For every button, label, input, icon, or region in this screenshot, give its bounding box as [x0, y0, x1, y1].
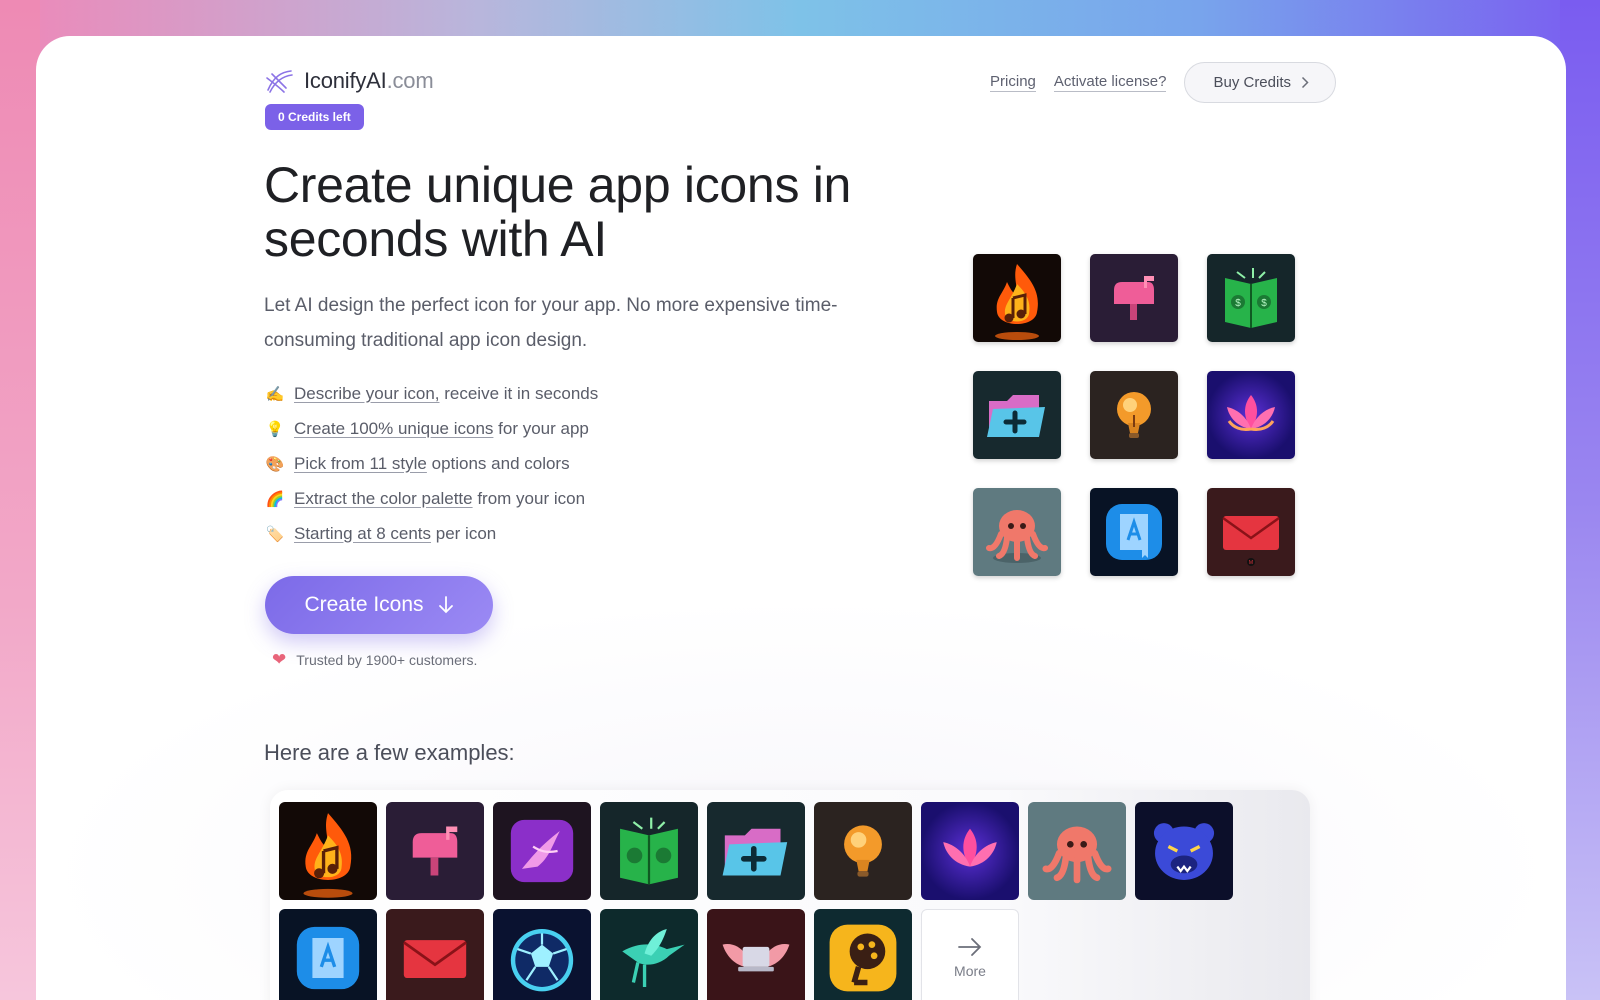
trusted-note: ❤ Trusted by 1900+ customers.: [272, 650, 477, 670]
octopus-icon: [973, 488, 1061, 576]
price-tag-icon: 🏷️: [265, 525, 285, 543]
example-money-book-icon[interactable]: [600, 802, 698, 900]
svg-text:$: $: [1235, 298, 1241, 309]
arrow-right-icon: [958, 938, 982, 956]
example-mailbox-icon[interactable]: [386, 802, 484, 900]
example-red-envelope-icon[interactable]: [386, 909, 484, 1000]
lightbulb-tile-icon: [1090, 371, 1178, 459]
top-nav: Pricing Activate license? Buy Credits: [990, 62, 1336, 103]
list-item: 🎨 Pick from 11 style options and colors: [265, 453, 570, 473]
lightbulb-icon: 💡: [265, 420, 285, 438]
list-item: 🌈 Extract the color palette from your ico…: [265, 488, 586, 508]
feature-list: ✍️ Describe your icon, receive it in seco…: [264, 376, 599, 551]
svg-text:$: $: [1261, 298, 1267, 309]
background-gradient-right: [1560, 0, 1600, 1000]
brand-name: IconifyAI.com: [304, 68, 434, 93]
mailbox-icon: [1090, 254, 1178, 342]
example-tree-palette-icon[interactable]: [814, 909, 912, 1000]
lotus-icon: [1207, 371, 1295, 459]
hero-subtitle: Let AI design the perfect icon for your …: [264, 295, 838, 351]
palette-icon: 🎨: [265, 455, 285, 473]
feature-link-unique[interactable]: Create 100% unique icons: [294, 419, 493, 438]
logo-icon: [266, 70, 293, 93]
feature-link-pricing[interactable]: Starting at 8 cents: [294, 524, 431, 543]
example-lightbulb-icon[interactable]: [814, 802, 912, 900]
feature-link-styles[interactable]: Pick from 11 style: [294, 454, 427, 473]
logo[interactable]: IconifyAI.com: [264, 66, 434, 96]
buy-credits-button[interactable]: Buy Credits: [1184, 62, 1336, 103]
app-store-book-icon: [1090, 488, 1178, 576]
example-octopus-icon[interactable]: [1028, 802, 1126, 900]
buy-credits-label: Buy Credits: [1213, 74, 1291, 91]
example-lotus-icon[interactable]: [921, 802, 1019, 900]
feature-link-palette[interactable]: Extract the color palette: [294, 489, 473, 508]
nav-activate-license-link[interactable]: Activate license?: [1053, 73, 1167, 92]
example-music-flame-icon[interactable]: [279, 802, 377, 900]
nav-pricing-link[interactable]: Pricing: [990, 73, 1036, 92]
example-winged-laptop-icon[interactable]: [707, 909, 805, 1000]
writing-hand-icon: ✍️: [265, 385, 285, 403]
more-label: More: [954, 963, 986, 979]
folder-plus-icon: [973, 371, 1061, 459]
svg-text:M: M: [1249, 560, 1253, 566]
create-icons-label: Create Icons: [304, 593, 424, 616]
examples-heading: Here are a few examples:: [264, 740, 515, 765]
heart-icon: ❤: [272, 650, 287, 669]
list-item: ✍️ Describe your icon, receive it in seco…: [265, 383, 599, 403]
page-card: IconifyAI.com 0 Credits left Pricing Act…: [36, 36, 1566, 1000]
chevron-right-icon: [1301, 76, 1309, 89]
trusted-text: Trusted by 1900+ customers.: [296, 652, 478, 668]
page-title: Create unique app icons in seconds with …: [264, 157, 852, 267]
list-item: 💡 Create 100% unique icons for your app: [265, 418, 589, 438]
example-bird-icon[interactable]: [493, 802, 591, 900]
feature-link-describe[interactable]: Describe your icon,: [294, 384, 440, 403]
example-bear-icon[interactable]: [1135, 802, 1233, 900]
example-folder-plus-icon[interactable]: [707, 802, 805, 900]
list-item: 🏷️ Starting at 8 cents per icon: [265, 523, 497, 543]
example-soccer-ball-icon[interactable]: [493, 909, 591, 1000]
example-app-store-book-icon[interactable]: [279, 909, 377, 1000]
more-examples-button[interactable]: More: [921, 909, 1019, 1000]
rainbow-icon: 🌈: [265, 490, 285, 508]
credits-badge: 0 Credits left: [265, 104, 364, 130]
background-gradient-left: [0, 0, 40, 1000]
create-icons-button[interactable]: Create Icons: [265, 576, 493, 634]
red-envelope-icon: M: [1207, 488, 1295, 576]
music-flame-icon: [973, 254, 1061, 342]
example-hummingbird-icon[interactable]: [600, 909, 698, 1000]
money-book-icon: $ $: [1207, 254, 1295, 342]
arrow-down-icon: [438, 596, 453, 614]
